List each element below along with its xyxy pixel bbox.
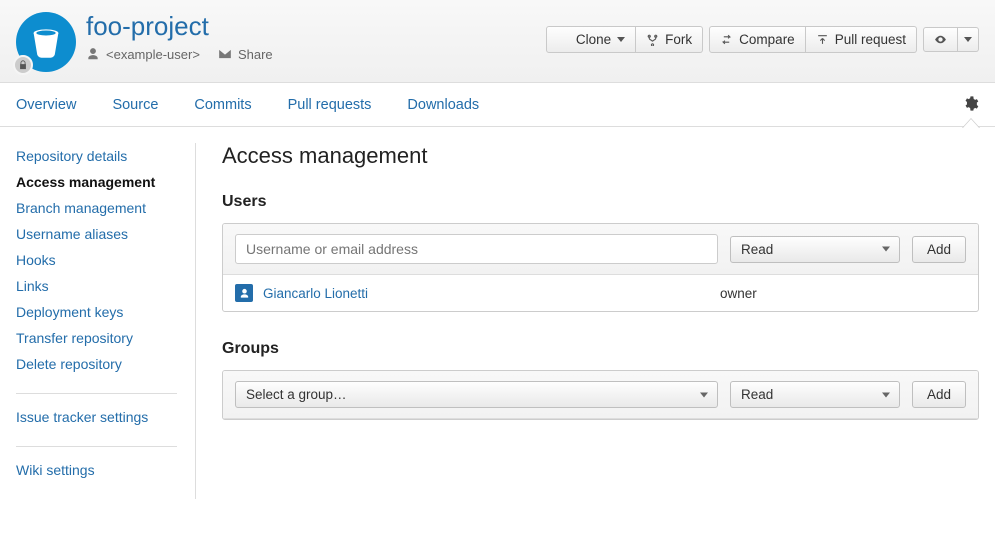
mail-icon bbox=[218, 47, 232, 61]
repo-owner-label: <example-user> bbox=[106, 47, 200, 62]
chevron-down-icon bbox=[700, 392, 708, 397]
nav-source[interactable]: Source bbox=[112, 97, 158, 113]
add-user-button[interactable]: Add bbox=[912, 236, 966, 263]
lock-icon bbox=[13, 55, 33, 75]
sidebar-item-repository-details[interactable]: Repository details bbox=[16, 143, 177, 169]
users-panel: Read Add Giancarlo Lionetti owner bbox=[222, 223, 979, 312]
add-group-button[interactable]: Add bbox=[912, 381, 966, 408]
compare-label: Compare bbox=[739, 32, 795, 47]
upload-icon bbox=[816, 33, 829, 46]
sidebar-item-issue-tracker-settings[interactable]: Issue tracker settings bbox=[16, 404, 177, 430]
nav-downloads[interactable]: Downloads bbox=[407, 97, 479, 113]
sidebar-item-branch-management[interactable]: Branch management bbox=[16, 195, 177, 221]
repo-owner[interactable]: <example-user> bbox=[86, 47, 200, 62]
page-title: Access management bbox=[222, 143, 979, 169]
gear-icon bbox=[962, 95, 979, 112]
fork-label: Fork bbox=[665, 32, 692, 47]
user-permission-selected: Read bbox=[741, 242, 773, 257]
chevron-down-icon bbox=[964, 37, 972, 42]
sidebar-item-delete-repository[interactable]: Delete repository bbox=[16, 351, 177, 377]
user-icon bbox=[86, 47, 100, 61]
users-heading: Users bbox=[222, 193, 979, 211]
user-row: Giancarlo Lionetti owner bbox=[223, 275, 978, 311]
group-select-placeholder: Select a group… bbox=[246, 387, 347, 402]
groups-heading: Groups bbox=[222, 340, 979, 358]
clone-label: Clone bbox=[576, 32, 611, 47]
bucket-icon bbox=[28, 24, 64, 60]
share-button[interactable]: Share bbox=[218, 47, 273, 62]
repo-toolbar: Clone Fork Compare Pull request bbox=[546, 26, 979, 53]
nav-commits[interactable]: Commits bbox=[194, 97, 251, 113]
group-permission-select[interactable]: Read bbox=[730, 381, 900, 408]
eye-icon bbox=[934, 33, 947, 46]
user-search-input[interactable] bbox=[235, 234, 718, 264]
watch-button[interactable] bbox=[923, 27, 958, 52]
user-permission-select[interactable]: Read bbox=[730, 236, 900, 263]
fork-icon bbox=[646, 33, 659, 46]
pull-request-label: Pull request bbox=[835, 32, 906, 47]
nav-overview[interactable]: Overview bbox=[16, 97, 76, 113]
user-name-link[interactable]: Giancarlo Lionetti bbox=[263, 286, 710, 301]
settings-button[interactable] bbox=[962, 95, 979, 115]
download-icon bbox=[557, 33, 570, 46]
sidebar-item-transfer-repository[interactable]: Transfer repository bbox=[16, 325, 177, 351]
sidebar-item-links[interactable]: Links bbox=[16, 273, 177, 299]
compare-icon bbox=[720, 33, 733, 46]
pull-request-button[interactable]: Pull request bbox=[806, 26, 917, 53]
compare-button[interactable]: Compare bbox=[709, 26, 806, 53]
user-role: owner bbox=[720, 286, 900, 301]
sidebar-item-hooks[interactable]: Hooks bbox=[16, 247, 177, 273]
sidebar-item-deployment-keys[interactable]: Deployment keys bbox=[16, 299, 177, 325]
chevron-down-icon bbox=[617, 37, 625, 42]
watch-dropdown[interactable] bbox=[958, 27, 979, 52]
group-select[interactable]: Select a group… bbox=[235, 381, 718, 408]
sidebar-item-username-aliases[interactable]: Username aliases bbox=[16, 221, 177, 247]
fork-button[interactable]: Fork bbox=[636, 26, 703, 53]
group-permission-selected: Read bbox=[741, 387, 773, 402]
chevron-down-icon bbox=[882, 247, 890, 252]
share-label: Share bbox=[238, 47, 273, 62]
sidebar-item-wiki-settings[interactable]: Wiki settings bbox=[16, 457, 177, 483]
groups-panel: Select a group… Read Add bbox=[222, 370, 979, 420]
sidebar-item-access-management[interactable]: Access management bbox=[16, 169, 177, 195]
nav-pull-requests[interactable]: Pull requests bbox=[288, 97, 372, 113]
settings-sidebar: Repository detailsAccess managementBranc… bbox=[16, 143, 196, 499]
repo-avatar bbox=[16, 12, 76, 72]
chevron-down-icon bbox=[882, 392, 890, 397]
repo-title[interactable]: foo-project bbox=[86, 12, 273, 41]
clone-button[interactable]: Clone bbox=[546, 26, 636, 53]
user-icon bbox=[235, 284, 253, 302]
